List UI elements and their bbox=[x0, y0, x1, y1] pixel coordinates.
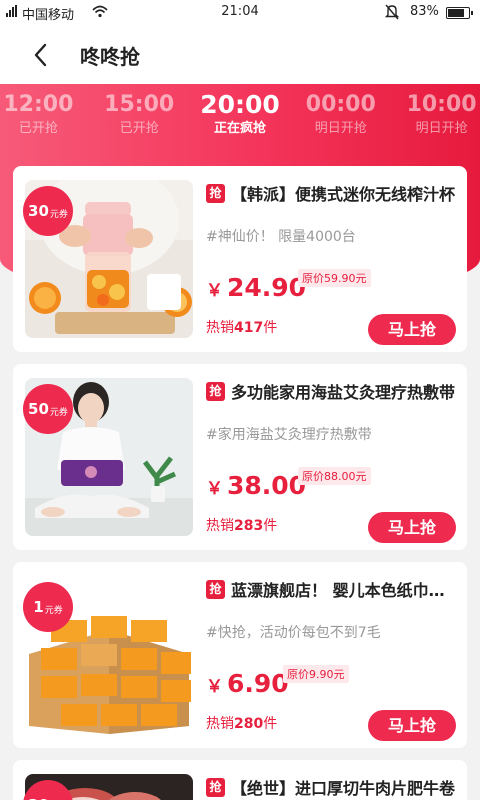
grab-now-button[interactable]: 马上抢 bbox=[368, 512, 456, 543]
product-card[interactable]: 1 元券 抢 蓝漂旗舰店！ 婴儿本色纸巾抽纸 #快抢，活动价每包不到7毛 ￥ 6.9… bbox=[13, 562, 467, 748]
sold-number: 283 bbox=[234, 518, 264, 534]
time-slot-2000[interactable]: 20:00 正在疯抢 bbox=[190, 90, 291, 146]
flash-sale-icon: 抢 bbox=[206, 184, 225, 203]
clock: 21:04 bbox=[221, 4, 259, 19]
sold-unit: 件 bbox=[263, 716, 278, 732]
sale-price: ￥ 6.90 bbox=[206, 669, 289, 698]
sale-price: ￥ 38.00 bbox=[206, 471, 306, 500]
currency-symbol: ￥ bbox=[206, 677, 223, 697]
sold-unit: 件 bbox=[263, 320, 278, 336]
battery-icon bbox=[446, 7, 473, 19]
original-price: 原价9.90元 bbox=[283, 665, 349, 683]
mute-bell-icon bbox=[384, 3, 400, 25]
time-slot-0000[interactable]: 00:00 明日开抢 bbox=[290, 90, 391, 146]
product-card[interactable]: 30 元券 抢 【韩派】便携式迷你无线榨汁杯 #神仙价！ 限量4000台 ￥ 24.… bbox=[13, 166, 467, 352]
coupon-unit: 元券 bbox=[49, 407, 68, 418]
product-title[interactable]: 【绝世】进口厚切牛肉片肥牛卷 bbox=[231, 775, 457, 799]
product-tag: #神仙价！ 限量4000台 bbox=[206, 229, 356, 245]
sold-number: 280 bbox=[234, 716, 264, 732]
slot-status: 已开抢 bbox=[119, 121, 159, 136]
slot-status: 已开抢 bbox=[18, 121, 58, 136]
coupon-amount: 1 bbox=[33, 598, 44, 616]
sold-count: 热销280件 bbox=[206, 713, 277, 733]
price-value: 24.90 bbox=[227, 273, 307, 302]
currency-symbol: ￥ bbox=[206, 281, 223, 301]
price-value: 38.00 bbox=[227, 471, 307, 500]
price-value: 6.90 bbox=[227, 669, 289, 698]
sold-count: 热销283件 bbox=[206, 515, 277, 535]
product-title[interactable]: 【韩派】便携式迷你无线榨汁杯 bbox=[231, 181, 457, 205]
sold-count: 热销417件 bbox=[206, 317, 277, 337]
flash-sale-icon: 抢 bbox=[206, 580, 225, 599]
slot-status: 正在疯抢 bbox=[213, 121, 266, 136]
time-slot-1200[interactable]: 12:00 已开抢 bbox=[0, 90, 89, 146]
coupon-amount: 30 bbox=[28, 202, 49, 220]
coupon-amount: 50 bbox=[28, 400, 49, 418]
coupon-badge: 1 元券 bbox=[23, 582, 73, 632]
grab-now-button[interactable]: 马上抢 bbox=[368, 314, 456, 345]
slot-status: 明日开抢 bbox=[314, 121, 367, 136]
original-price: 原价88.00元 bbox=[298, 467, 371, 485]
flash-sale-icon: 抢 bbox=[206, 778, 225, 797]
product-tag: #家用海盐艾灸理疗热敷带 bbox=[206, 427, 372, 443]
battery-percent: 83% bbox=[410, 4, 439, 19]
sold-label: 热销 bbox=[206, 320, 234, 336]
time-slot-1500[interactable]: 15:00 已开抢 bbox=[89, 90, 190, 146]
coupon-badge: 30元券 bbox=[23, 186, 73, 236]
coupon-amount: 30 bbox=[28, 796, 49, 800]
coupon-unit: 元券 bbox=[44, 605, 63, 616]
sold-unit: 件 bbox=[263, 518, 278, 534]
product-title[interactable]: 蓝漂旗舰店！ 婴儿本色纸巾抽纸 bbox=[231, 577, 457, 601]
sold-number: 417 bbox=[234, 320, 264, 336]
sold-label: 热销 bbox=[206, 716, 234, 732]
slot-status: 明日开抢 bbox=[415, 121, 468, 136]
slot-time: 12:00 bbox=[3, 92, 74, 117]
currency-symbol: ￥ bbox=[206, 479, 223, 499]
chevron-left-icon bbox=[34, 43, 47, 67]
coupon-badge: 50 元券 bbox=[23, 384, 73, 434]
sold-label: 热销 bbox=[206, 518, 234, 534]
slot-time: 00:00 bbox=[305, 92, 376, 117]
sale-price: ￥ 24.90 bbox=[206, 273, 306, 302]
product-tag: #快抢，活动价每包不到7毛 bbox=[206, 625, 381, 641]
flash-sale-icon: 抢 bbox=[206, 382, 225, 401]
coupon-unit: 元券 bbox=[49, 209, 68, 220]
time-slot-1000[interactable]: 10:00 明日开抢 bbox=[391, 90, 480, 146]
product-card[interactable]: 50 元券 抢 多功能家用海盐艾灸理疗热敷带 #家用海盐艾灸理疗热敷带 ￥ 38.0… bbox=[13, 364, 467, 550]
slot-time: 20:00 bbox=[200, 90, 280, 119]
grab-now-button[interactable]: 马上抢 bbox=[368, 710, 456, 741]
product-card[interactable]: 30元券 抢 【绝世】进口厚切牛肉片肥牛卷 bbox=[13, 760, 467, 800]
original-price: 原价59.90元 bbox=[298, 269, 371, 287]
time-slot-tabs: 12:00 已开抢 15:00 已开抢 20:00 正在疯抢 00:00 明日开抢 10… bbox=[0, 90, 480, 146]
nav-bar: 咚咚抢 bbox=[0, 26, 480, 84]
back-button[interactable] bbox=[26, 40, 56, 70]
slot-time: 15:00 bbox=[104, 92, 175, 117]
status-bar: 中国移动 21:04 83% bbox=[0, 0, 480, 26]
page-title: 咚咚抢 bbox=[80, 45, 140, 69]
slot-time: 10:00 bbox=[406, 92, 477, 117]
product-title[interactable]: 多功能家用海盐艾灸理疗热敷带 bbox=[231, 379, 457, 403]
